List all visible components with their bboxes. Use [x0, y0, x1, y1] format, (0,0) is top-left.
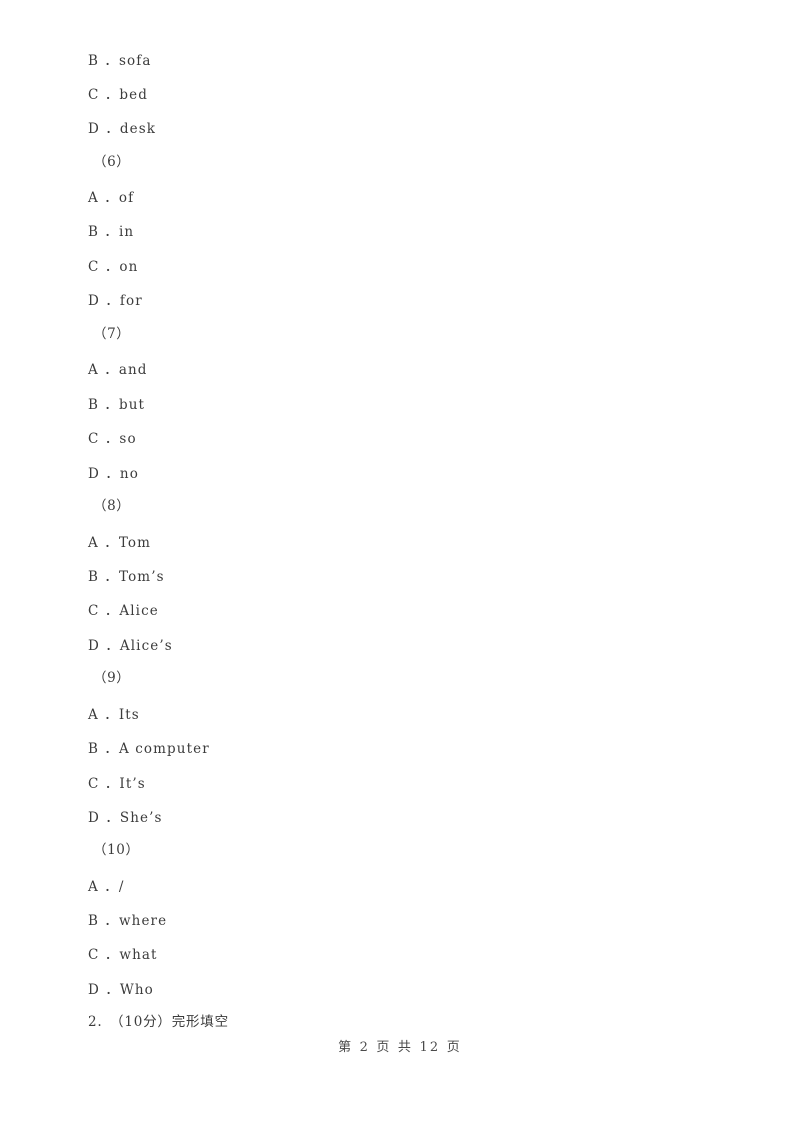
answer-option: B ．sofa: [88, 53, 152, 69]
answer-option: B ．Tom’s: [88, 569, 165, 585]
answer-option: C ．It’s: [88, 776, 146, 792]
blank-number-label: （9）: [93, 670, 131, 686]
answer-option: A ．/: [88, 879, 125, 895]
answer-option: A ．of: [88, 190, 135, 206]
blank-number-label: （10）: [93, 842, 140, 858]
answer-option: C ．on: [88, 259, 139, 275]
page-footer: 第 2 页 共 12 页: [338, 1040, 462, 1055]
blank-number-label: （8）: [93, 498, 131, 514]
document-page: B ．sofa C ．bed D ．desk （6） A ．of B ．in C ．on D …: [0, 0, 800, 1132]
answer-option: B ．but: [88, 397, 146, 413]
blank-number-label: （7）: [93, 326, 131, 342]
answer-option: C ．so: [88, 431, 137, 447]
answer-option: C ．bed: [88, 87, 148, 103]
answer-option: A ．Tom: [88, 535, 152, 551]
answer-option: B ．in: [88, 224, 135, 240]
answer-option: D ．for: [88, 293, 143, 309]
answer-option: A ．and: [88, 362, 148, 378]
answer-option: D ．desk: [88, 121, 157, 137]
blank-number-label: （6）: [93, 154, 131, 170]
answer-option: C ．what: [88, 947, 158, 963]
answer-option: D ．Who: [88, 982, 154, 998]
answer-option: C ．Alice: [88, 603, 159, 619]
answer-option: D ．no: [88, 466, 139, 482]
answer-option: B ．where: [88, 913, 168, 929]
answer-option: D ．She’s: [88, 810, 163, 826]
answer-option: D ．Alice’s: [88, 638, 173, 654]
answer-option: A ．Its: [88, 707, 140, 723]
section-heading: 2. （10分）完形填空: [88, 1014, 229, 1030]
answer-option: B ．A computer: [88, 741, 210, 757]
